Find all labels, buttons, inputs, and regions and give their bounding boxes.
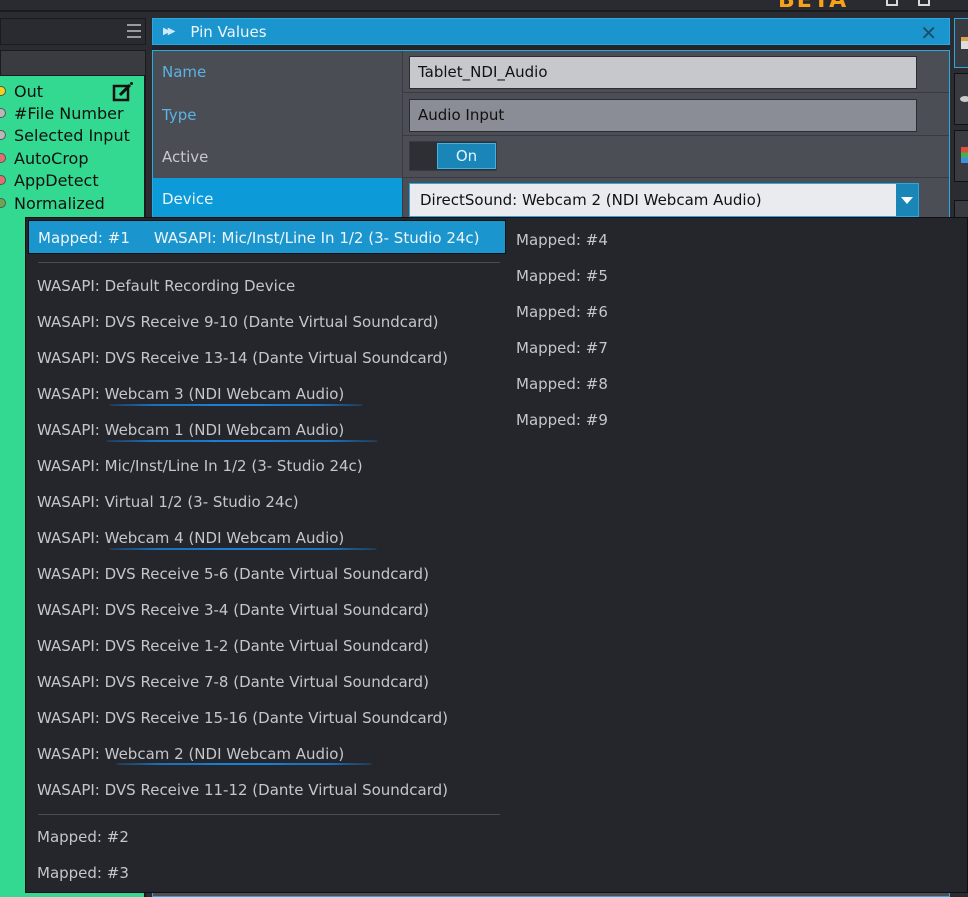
dropdown-item-mapped[interactable]: Mapped: #8	[505, 367, 608, 401]
pin-appdetect[interactable]: AppDetect	[0, 169, 99, 191]
row-active: Active On	[153, 136, 949, 178]
type-label: Type	[153, 94, 403, 136]
dropdown-item[interactable]: WASAPI: Webcam 2 (NDI Webcam Audio)	[26, 737, 344, 771]
mapped-device: WASAPI: Mic/Inst/Line In 1/2 (3- Studio …	[153, 229, 480, 247]
title-bar: BETA	[0, 0, 968, 13]
eye-icon	[960, 96, 968, 102]
active-toggle-on[interactable]: On	[437, 143, 496, 169]
annotation-underline	[106, 440, 378, 442]
device-dropdown-list: Mapped: #1 WASAPI: Mic/Inst/Line In 1/2 (…	[25, 217, 968, 893]
dropdown-item-mapped[interactable]: Mapped: #6	[505, 295, 608, 329]
beta-badge: BETA	[778, 0, 849, 13]
pin-dot-icon	[0, 130, 6, 140]
minimize-icon[interactable]	[886, 0, 898, 6]
node-panel-subheader	[0, 50, 146, 76]
dropdown-item[interactable]: WASAPI: DVS Receive 5-6 (Dante Virtual S…	[26, 557, 429, 591]
pin-dot-icon	[0, 108, 6, 118]
pin-dot-icon	[0, 86, 6, 96]
dropdown-item-mapped-1[interactable]: Mapped: #1 WASAPI: Mic/Inst/Line In 1/2 (…	[28, 220, 506, 254]
toolbar-button-eye[interactable]	[954, 73, 968, 125]
annotation-underline	[109, 548, 377, 550]
pin-label: #File Number	[14, 103, 124, 123]
pin-autocrop[interactable]: AutoCrop	[0, 147, 89, 169]
dropdown-item[interactable]: WASAPI: Mic/Inst/Line In 1/2 (3- Studio …	[26, 449, 363, 483]
dropdown-item[interactable]: WASAPI: Default Recording Device	[26, 269, 295, 303]
name-field[interactable]: Tablet_NDI_Audio	[409, 56, 917, 89]
expand-arrows-icon[interactable]: ▶▶	[163, 26, 176, 37]
pin-dot-icon	[0, 175, 6, 185]
node-panel-header	[0, 18, 146, 45]
type-field: Audio Input	[409, 99, 917, 132]
dropdown-item[interactable]: WASAPI: DVS Receive 7-8 (Dante Virtual S…	[26, 665, 429, 699]
pin-dot-icon	[0, 198, 6, 208]
mapped-index: Mapped: #1	[38, 229, 130, 247]
annotation-underline	[109, 404, 363, 406]
close-icon[interactable]: ✕	[920, 21, 937, 45]
row-type: Type Audio Input	[153, 94, 949, 136]
active-toggle[interactable]: On	[409, 141, 497, 171]
pin-label: AutoCrop	[14, 148, 89, 168]
row-device: Device DirectSound: Webcam 2 (NDI Webcam…	[153, 178, 949, 220]
annotation-underline	[116, 763, 372, 765]
device-select[interactable]: DirectSound: Webcam 2 (NDI Webcam Audio)	[409, 183, 919, 217]
calendar-icon	[961, 37, 968, 49]
pin-normalized[interactable]: Normalized	[0, 192, 105, 214]
pin-label: Out	[14, 81, 44, 101]
pin-selected-input[interactable]: Selected Input	[0, 124, 130, 146]
dropdown-item-mapped[interactable]: Mapped: #7	[505, 331, 608, 365]
pin-dot-icon	[0, 153, 6, 163]
device-select-value: DirectSound: Webcam 2 (NDI Webcam Audio)	[420, 191, 762, 209]
pin-file-number[interactable]: #File Number	[0, 102, 124, 124]
dropdown-item-mapped[interactable]: Mapped: #2	[26, 820, 129, 854]
toolbar-button-colors[interactable]	[954, 130, 968, 182]
dropdown-item[interactable]: WASAPI: DVS Receive 9-10 (Dante Virtual …	[26, 305, 438, 339]
window-title: Pin Values	[190, 22, 267, 41]
dropdown-item[interactable]: WASAPI: DVS Receive 3-4 (Dante Virtual S…	[26, 593, 429, 627]
dropdown-item-mapped[interactable]: Mapped: #9	[505, 403, 608, 437]
maximize-icon[interactable]	[918, 0, 930, 6]
row-name: Name Tablet_NDI_Audio	[153, 51, 949, 93]
dropdown-item-mapped[interactable]: Mapped: #4	[505, 223, 608, 257]
dropdown-item[interactable]: WASAPI: DVS Receive 13-14 (Dante Virtual…	[26, 341, 448, 375]
dropdown-item[interactable]: WASAPI: DVS Receive 1-2 (Dante Virtual S…	[26, 629, 429, 663]
edit-icon[interactable]	[112, 82, 134, 102]
dropdown-item-mapped[interactable]: Mapped: #3	[26, 856, 129, 890]
toolbar-button-calendar[interactable]	[954, 18, 968, 68]
pin-label: Normalized	[14, 193, 105, 213]
pin-values-titlebar: ▶▶ Pin Values ✕	[152, 18, 950, 45]
dropdown-item[interactable]: WASAPI: DVS Receive 15-16 (Dante Virtual…	[26, 701, 448, 735]
menu-icon[interactable]	[127, 24, 141, 38]
dropdown-item-mapped[interactable]: Mapped: #5	[505, 259, 608, 293]
separator	[38, 262, 500, 263]
dropdown-item[interactable]: WASAPI: DVS Receive 11-12 (Dante Virtual…	[26, 773, 448, 807]
app-root: BETA Out #File Number Selected Input Aut…	[0, 0, 968, 897]
name-label: Name	[153, 51, 403, 93]
chevron-down-icon[interactable]	[896, 184, 918, 216]
pin-label: Selected Input	[14, 125, 130, 145]
color-bars-icon	[961, 147, 968, 163]
pin-out[interactable]: Out	[0, 80, 43, 102]
pin-label: AppDetect	[14, 170, 99, 190]
active-label: Active	[153, 136, 403, 178]
device-label: Device	[153, 178, 403, 220]
separator	[38, 814, 500, 815]
dropdown-item[interactable]: WASAPI: Virtual 1/2 (3- Studio 24c)	[26, 485, 299, 519]
